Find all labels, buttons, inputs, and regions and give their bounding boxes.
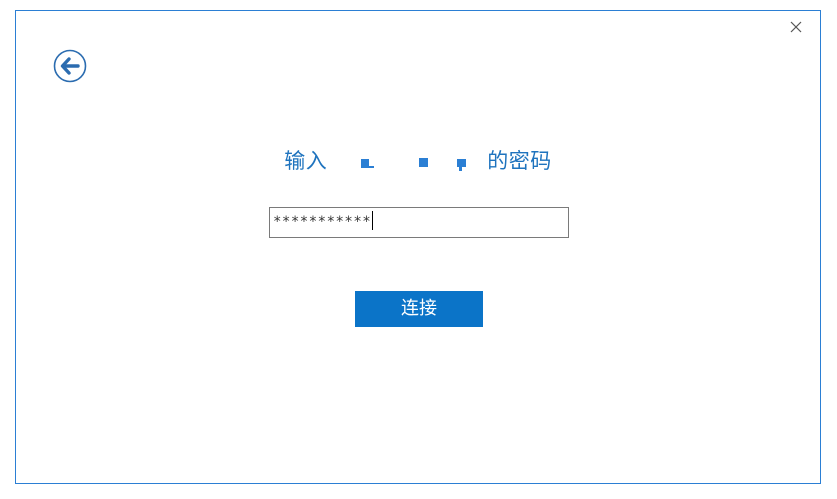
redacted-network-name xyxy=(327,151,487,171)
password-dialog: 输入 的密码 *********** 连接 xyxy=(15,10,821,484)
password-field[interactable]: *********** xyxy=(269,207,569,238)
connect-button[interactable]: 连接 xyxy=(355,291,483,327)
title-prefix: 输入 xyxy=(284,149,328,173)
close-icon xyxy=(790,21,802,33)
back-arrow-icon xyxy=(53,49,87,83)
text-caret xyxy=(372,211,374,230)
dialog-title: 输入 的密码 xyxy=(16,145,820,175)
title-suffix: 的密码 xyxy=(487,149,552,173)
close-button[interactable] xyxy=(786,17,806,37)
back-button[interactable] xyxy=(53,49,87,83)
password-value: *********** xyxy=(273,214,372,230)
